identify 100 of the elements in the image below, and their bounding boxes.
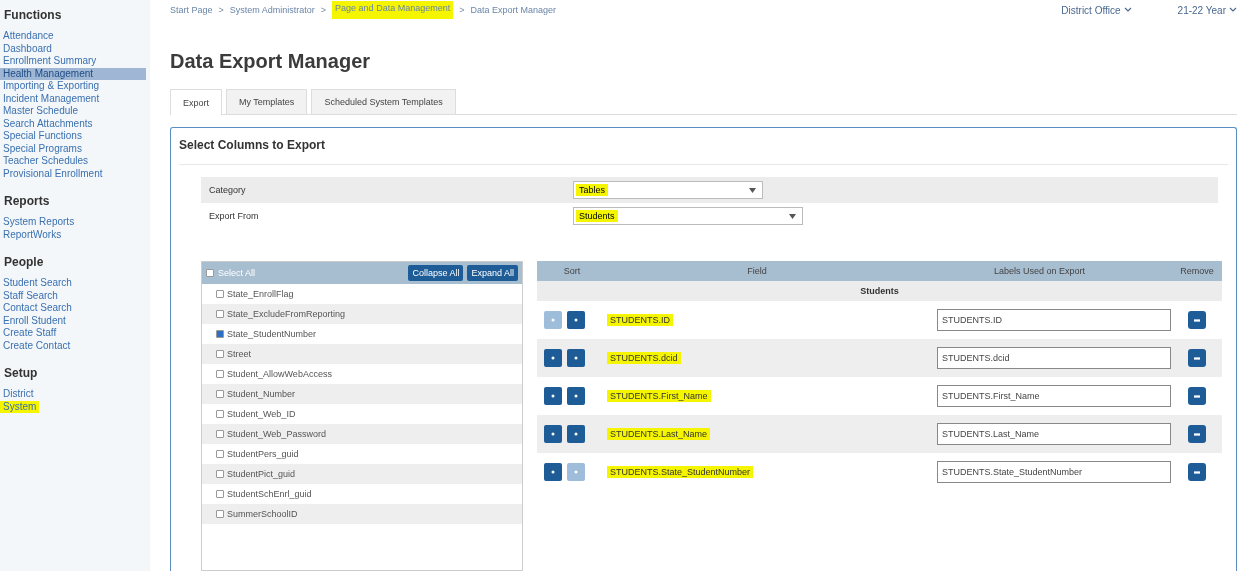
dot-icon: [573, 393, 579, 399]
checkbox-label: StudentSchEnrl_guid: [227, 489, 312, 499]
sidebar-link[interactable]: Attendance: [0, 30, 57, 43]
chevron-icon: [1123, 7, 1132, 13]
checkbox[interactable]: [216, 310, 224, 318]
filter-label: Category: [209, 185, 247, 195]
label-input[interactable]: STUDENTS.State_StudentNumber: [937, 461, 1171, 483]
sidebar-link[interactable]: Create Contact: [0, 339, 74, 352]
sidebar-link[interactable]: Teacher Schedules: [0, 155, 92, 168]
minus-icon: [1194, 470, 1200, 474]
sidebar-link[interactable]: System: [0, 400, 40, 413]
sidebar-link[interactable]: Master Schedule: [0, 105, 82, 118]
remove-button[interactable]: [1188, 425, 1206, 443]
checkbox[interactable]: [216, 450, 224, 458]
checkbox[interactable]: [216, 510, 224, 518]
page-title: Data Export Manager: [170, 50, 372, 73]
checkbox-label: Select All: [218, 268, 257, 278]
dropdown-arrow-icon: [749, 187, 756, 193]
breadcrumb-link[interactable]: System Administrator: [229, 5, 315, 15]
move-down-button[interactable]: [567, 311, 585, 329]
breadcrumb-link[interactable]: Page and Data Management: [332, 1, 454, 19]
select-field[interactable]: Students: [573, 207, 803, 225]
sidebar-link[interactable]: Create Staff: [0, 327, 60, 340]
dot-icon: [550, 317, 556, 323]
move-up-button[interactable]: [544, 349, 562, 367]
sidebar-link[interactable]: Special Functions: [0, 130, 85, 143]
checkbox[interactable]: [216, 410, 224, 418]
tab[interactable]: My Templates: [226, 89, 308, 114]
checkbox-label: Student_AllowWebAccess: [227, 369, 332, 379]
sidebar-link[interactable]: Incident Management: [0, 92, 103, 105]
checkbox[interactable]: [216, 430, 224, 438]
column-header: Field: [746, 266, 768, 276]
checkbox-label: State_StudentNumber: [227, 329, 317, 339]
sidebar-link[interactable]: Enroll Student: [0, 314, 69, 327]
move-up-button[interactable]: [544, 463, 562, 481]
group-header: Students: [537, 281, 1222, 301]
remove-button[interactable]: [1188, 311, 1206, 329]
sidebar-link[interactable]: Dashboard: [0, 42, 55, 55]
sidebar-link[interactable]: District: [0, 388, 37, 401]
sidebar-link[interactable]: Importing & Exporting: [0, 80, 103, 93]
field-name: STUDENTS.State_StudentNumber: [607, 466, 754, 478]
breadcrumb-separator: >: [218, 5, 224, 15]
remove-button[interactable]: [1188, 463, 1206, 481]
column-header: Sort: [562, 266, 582, 276]
minus-icon: [1194, 394, 1200, 398]
move-down-button[interactable]: [567, 425, 585, 443]
checkbox-label: StudentPers_guid: [227, 449, 299, 459]
dot-icon: [573, 431, 579, 437]
list-button[interactable]: Collapse All: [408, 265, 464, 281]
move-down-button[interactable]: [567, 349, 585, 367]
label-input[interactable]: STUDENTS.dcid: [937, 347, 1171, 369]
sidebar-link[interactable]: Provisional Enrollment: [0, 167, 106, 180]
tab[interactable]: Scheduled System Templates: [311, 89, 456, 114]
checkbox[interactable]: [216, 330, 224, 338]
checkbox[interactable]: [216, 470, 224, 478]
field-name: STUDENTS.dcid: [607, 352, 681, 364]
sidebar-link[interactable]: Student Search: [0, 277, 75, 290]
dot-icon: [573, 317, 579, 323]
chevron-icon: [1229, 7, 1237, 13]
field-name: STUDENTS.ID: [607, 314, 673, 326]
dot-icon: [550, 469, 556, 475]
checkbox-label: State_ExcludeFromReporting: [227, 309, 346, 319]
sidebar-link[interactable]: Staff Search: [0, 289, 61, 302]
checkbox[interactable]: [216, 350, 224, 358]
sidebar-link[interactable]: Special Programs: [0, 142, 85, 155]
move-up-button[interactable]: [544, 387, 562, 405]
checkbox[interactable]: [206, 269, 214, 277]
panel-title: Select Columns to Export: [179, 128, 1228, 165]
label-input[interactable]: STUDENTS.Last_Name: [937, 423, 1171, 445]
sidebar-link[interactable]: ReportWorks: [0, 228, 65, 241]
checkbox-label: Student_Number: [227, 389, 296, 399]
checkbox[interactable]: [216, 370, 224, 378]
list-button[interactable]: Expand All: [467, 265, 518, 281]
sidebar-link[interactable]: Search Attachments: [0, 117, 96, 130]
label-input[interactable]: STUDENTS.First_Name: [937, 385, 1171, 407]
checkbox-label: Student_Web_ID: [227, 409, 296, 419]
breadcrumb-separator: >: [459, 5, 465, 15]
checkbox[interactable]: [216, 290, 224, 298]
checkbox-label: SummerSchoolID: [227, 509, 298, 519]
column-header: Remove: [1179, 266, 1215, 276]
sidebar-link[interactable]: System Reports: [0, 216, 78, 229]
remove-button[interactable]: [1188, 349, 1206, 367]
dropdown-menu[interactable]: 21-22 Year: [1177, 4, 1237, 16]
tab[interactable]: Export: [170, 89, 222, 115]
checkbox[interactable]: [216, 490, 224, 498]
move-up-button[interactable]: [544, 425, 562, 443]
section-title: Setup: [3, 366, 39, 380]
section-title: Reports: [3, 194, 51, 208]
checkbox[interactable]: [216, 390, 224, 398]
breadcrumb-link[interactable]: Data Export Manager: [470, 5, 556, 15]
breadcrumb-link[interactable]: Start Page: [170, 5, 213, 15]
sidebar-link[interactable]: Contact Search: [0, 302, 75, 315]
remove-button[interactable]: [1188, 387, 1206, 405]
section-title: Functions: [3, 8, 63, 22]
label-input[interactable]: STUDENTS.ID: [937, 309, 1171, 331]
select-field[interactable]: Tables: [573, 181, 763, 199]
dropdown-menu[interactable]: District Office: [1061, 4, 1132, 16]
sidebar-link[interactable]: Health Management: [0, 67, 146, 80]
sidebar-link[interactable]: Enrollment Summary: [0, 55, 100, 68]
move-down-button[interactable]: [567, 387, 585, 405]
